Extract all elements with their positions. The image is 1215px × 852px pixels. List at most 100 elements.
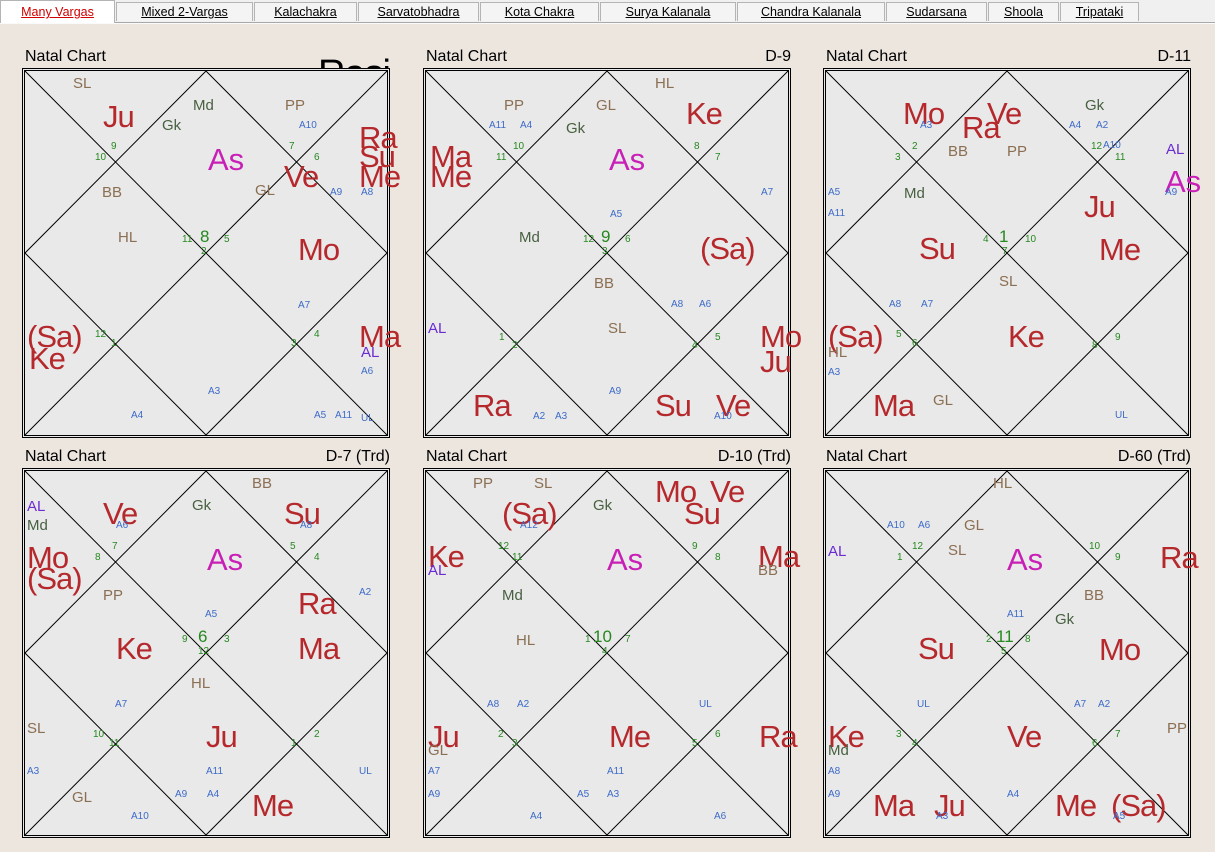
planet-label: Ra (962, 110, 1001, 145)
house-number: 11 (109, 738, 120, 749)
house-number: 4 (692, 340, 698, 351)
special-lagna-label: SL (73, 75, 92, 92)
arudha-label: A7 (428, 766, 441, 777)
special-lagna-label: GL (933, 392, 954, 409)
special-lagna-label: HL (191, 675, 211, 692)
planet-label: Ke (686, 96, 723, 131)
arudha-label: A2 (359, 587, 372, 598)
arudha-label: A10 (1103, 140, 1121, 151)
planet-label: (Sa) (700, 231, 756, 266)
house-number: 8 (1092, 340, 1098, 351)
house-number: 11 (512, 552, 523, 563)
arudha-label: UL (917, 699, 930, 710)
arudha-label: A7 (1074, 699, 1087, 710)
special-lagna-label: HL (516, 632, 536, 649)
house-number: 10 (1025, 234, 1037, 245)
special-lagna-label: HL (828, 344, 848, 361)
special-lagna-label: Gk (162, 117, 182, 134)
special-lagna-label: PP (1167, 720, 1188, 737)
arudha-label: A11 (335, 410, 353, 421)
arudha-label: A2 (1096, 120, 1109, 131)
arudha-label: A3 (555, 411, 568, 422)
chart-frame[interactable]: PP SL (Sa) A12 Gk Mo Ve Su 12 11 9 8 Ke AL As Ma BB Md HL 1… (423, 468, 800, 838)
arudha-label: A10 (299, 120, 317, 131)
arudha-label: A5 (1113, 811, 1126, 822)
arudha-lagna-label: AL (27, 498, 46, 515)
arudha-label: A6 (116, 520, 129, 531)
chart-frame[interactable]: SL Ju Md Gk PP A10 Ra Su Me 9 10 7 6 As BB Ve GL A9 A8 HL 11… (22, 68, 401, 438)
special-lagna-label: SL (608, 320, 627, 337)
arudha-label: A8 (361, 187, 374, 198)
arudha-label: A3 (920, 120, 933, 131)
chart-frame[interactable]: HL PP GL Ke A11 A4 Gk 10 11 8 7 Ma Me As A7 A5 Md 12 9 6 3 (S… (423, 68, 802, 438)
tab-kalachakra[interactable]: Kalachakra (254, 2, 357, 21)
special-lagna-label: SL (999, 273, 1018, 290)
arudha-label: A4 (207, 789, 220, 800)
tab-shoola[interactable]: Shoola (988, 2, 1059, 21)
planet-label: Me (1099, 232, 1141, 267)
arudha-label: A5 (577, 789, 590, 800)
tab-many-vargas[interactable]: Many Vargas (0, 0, 115, 23)
chart-title: Natal Chart (826, 448, 907, 465)
planet-label: Ra (298, 586, 337, 621)
chart-frame[interactable]: HL A10 A6 GL AL 1 12 SL 10 9 Ra As BB A11 Gk Su 2 11 8 5 Mo U… (823, 468, 1199, 838)
tab-tripataki[interactable]: Tripataki (1060, 2, 1139, 21)
house-number: 6 (198, 627, 208, 646)
house-number: 11 (1115, 152, 1126, 163)
house-number: 3 (512, 738, 518, 749)
tab-sudarsana[interactable]: Sudarsana (886, 2, 987, 21)
arudha-label: A6 (699, 299, 712, 310)
house-number: 1 (999, 227, 1009, 246)
planet-label: Ke (116, 631, 153, 666)
house-number: 4 (912, 738, 918, 749)
special-lagna-label: SL (534, 475, 553, 492)
arudha-label: A3 (936, 811, 949, 822)
special-lagna-label: GL (72, 789, 93, 806)
tab-mixed-2-vargas[interactable]: Mixed 2-Vargas (116, 2, 253, 21)
tab-sarvatobhadra[interactable]: Sarvatobhadra (358, 2, 479, 21)
arudha-label: A8 (671, 299, 684, 310)
arudha-label: A3 (27, 766, 40, 777)
planet-label: Ke (1008, 319, 1045, 354)
chart-panel: Natal Chart D-9 HL PP GL Ke A11 A4 Gk 10 11 8 7 Ma M… (423, 48, 802, 444)
tab-chandra-kalanala[interactable]: Chandra Kalanala (737, 2, 885, 21)
chart-frame[interactable]: Mo A3 Ve Ra Gk A4 A2 BB 2 3 12 A10 11 PP AL As A9 A5 A11 Md… (823, 68, 1201, 438)
chart-varga: D-9 (765, 48, 791, 65)
house-number: 10 (1089, 541, 1101, 552)
planet-label: Ju (760, 344, 792, 379)
chart-frame[interactable]: BB AL Md Ve A6 Gk Su A8 7 8 5 4 Mo (Sa) PP As A2 A5 Ra Ke 9 6… (22, 468, 390, 838)
arudha-label: A6 (714, 811, 727, 822)
special-lagna-label: PP (473, 475, 494, 492)
planet-label: Me (609, 719, 651, 754)
chart-varga: D-60 (Trd) (1117, 448, 1191, 465)
arudha-label: A4 (1069, 120, 1082, 131)
house-number: 8 (200, 227, 210, 246)
planet-label: Ra (1160, 540, 1199, 575)
planet-label: Ju (103, 99, 135, 134)
special-lagna-label: GL (255, 182, 276, 199)
house-number: 2 (986, 634, 992, 645)
special-lagna-label: Gk (192, 497, 212, 514)
planet-label: Ke (29, 341, 66, 376)
ascendant-label: As (1007, 542, 1044, 577)
house-number: 1 (499, 332, 505, 343)
special-lagna-label: BB (948, 143, 969, 160)
ascendant-label: As (208, 142, 245, 177)
planet-label: Ju (1084, 189, 1116, 224)
tab-kota-chakra[interactable]: Kota Chakra (480, 2, 599, 21)
arudha-label: A4 (131, 410, 144, 421)
planet-label: Su (684, 496, 721, 531)
tab-surya-kalanala[interactable]: Surya Kalanala (600, 2, 736, 21)
chart-panel: Natal Chart D-11 Mo A3 Ve Ra Gk A4 A2 BB 2 3 12 A10… (823, 48, 1201, 444)
planet-label: Ve (284, 159, 319, 194)
planet-label: Su (919, 231, 956, 266)
house-number: 7 (1002, 246, 1008, 257)
arudha-lagna-label: AL (428, 562, 447, 579)
planet-label: Su (655, 388, 692, 423)
planet-label: (Sa) (27, 561, 83, 596)
special-lagna-label: Md (502, 587, 523, 604)
special-lagna-label: BB (102, 184, 123, 201)
house-number: 5 (290, 541, 296, 552)
arudha-label: A7 (761, 187, 774, 198)
chart-varga: D-10 (Trd) (717, 448, 791, 465)
